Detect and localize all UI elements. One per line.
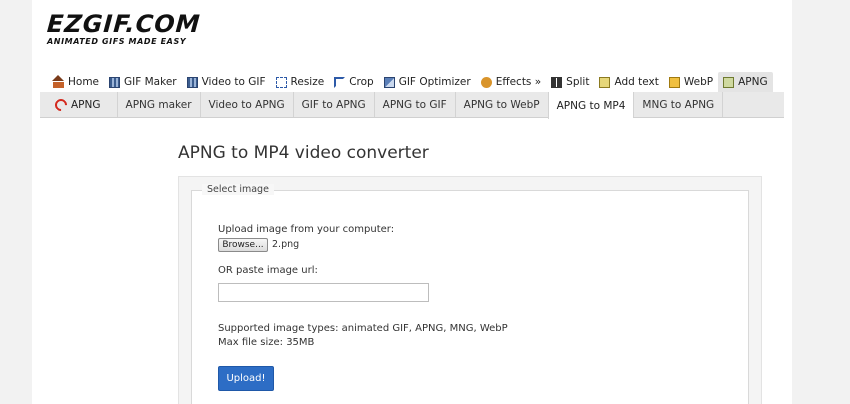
apng-icon [723, 76, 735, 88]
subnav-item-mng-to-apng[interactable]: MNG to APNG [633, 92, 724, 117]
subnav-item-video-to-apng[interactable]: Video to APNG [199, 92, 293, 117]
apng-logo-icon [52, 96, 70, 113]
webp-icon [668, 76, 680, 88]
nav-label: Resize [290, 76, 325, 88]
nav-label: Crop [349, 76, 374, 88]
url-label: OR paste image url: [218, 265, 318, 276]
optimizer-icon [383, 76, 395, 88]
nav-label: GIF Optimizer [398, 76, 471, 88]
film-icon [109, 76, 121, 88]
select-image-fieldset: Select image Upload image from your comp… [191, 184, 749, 404]
nav-label: Split [566, 76, 590, 88]
nav-item-resize[interactable]: Resize [271, 72, 330, 92]
nav-item-gif-optimizer[interactable]: GIF Optimizer [379, 72, 476, 92]
crop-icon [334, 76, 346, 88]
nav-label: Effects » [495, 76, 542, 88]
nav-item-webp[interactable]: WebP [664, 72, 718, 92]
selected-filename: 2.png [272, 239, 300, 250]
nav-item-video-to-gif[interactable]: Video to GIF [182, 72, 271, 92]
nav-label: Add text [614, 76, 659, 88]
effects-icon [480, 76, 492, 88]
subnav-brand[interactable]: APNG [40, 92, 117, 117]
nav-item-home[interactable]: Home [48, 72, 104, 92]
video-icon [186, 76, 198, 88]
page-container: EZGIF.COM ANIMATED GIFS MADE EASY Home G… [32, 0, 792, 404]
text-icon [599, 76, 611, 88]
page-title: APNG to MP4 video converter [178, 143, 429, 163]
nav-label: APNG [738, 76, 768, 88]
image-url-input[interactable] [218, 283, 429, 302]
converter-panel: Select image Upload image from your comp… [178, 176, 762, 404]
nav-item-apng[interactable]: APNG [718, 72, 773, 92]
nav-item-split[interactable]: Split [546, 72, 594, 92]
home-icon [52, 74, 64, 88]
site-logo[interactable]: EZGIF.COM ANIMATED GIFS MADE EASY [46, 10, 202, 47]
logo-wordmark: EZGIF.COM [46, 10, 202, 38]
sub-nav: APNG APNG maker Video to APNG GIF to APN… [40, 92, 784, 119]
subnav-item-apng-maker[interactable]: APNG maker [116, 92, 200, 117]
nav-item-crop[interactable]: Crop [329, 72, 379, 92]
resize-icon [275, 76, 287, 88]
browse-button[interactable]: Browse... [218, 238, 268, 252]
nav-label: Home [68, 76, 100, 88]
nav-label: GIF Maker [124, 76, 177, 88]
subnav-brand-label: APNG [71, 98, 101, 111]
subnav-item-apng-to-mp4[interactable]: APNG to MP4 [547, 92, 634, 119]
nav-item-gif-maker[interactable]: GIF Maker [104, 72, 182, 92]
fieldset-legend: Select image [202, 184, 274, 195]
main-nav: Home GIF Maker Video to GIF Resize Crop … [48, 72, 773, 92]
supported-types-text: Supported image types: animated GIF, APN… [218, 323, 508, 334]
max-file-size-text: Max file size: 35MB [218, 337, 315, 348]
nav-item-effects[interactable]: Effects » [476, 72, 546, 92]
logo-tagline: ANIMATED GIFS MADE EASY [47, 37, 187, 46]
nav-label: WebP [683, 76, 714, 88]
upload-label: Upload image from your computer: [218, 224, 395, 235]
upload-button[interactable]: Upload! [218, 366, 274, 391]
subnav-item-gif-to-apng[interactable]: GIF to APNG [292, 92, 374, 117]
subnav-item-apng-to-gif[interactable]: APNG to GIF [373, 92, 455, 117]
nav-label: Video to GIF [201, 76, 266, 88]
nav-item-add-text[interactable]: Add text [594, 72, 663, 92]
split-icon [551, 76, 563, 88]
subnav-item-apng-to-webp[interactable]: APNG to WebP [454, 92, 548, 117]
